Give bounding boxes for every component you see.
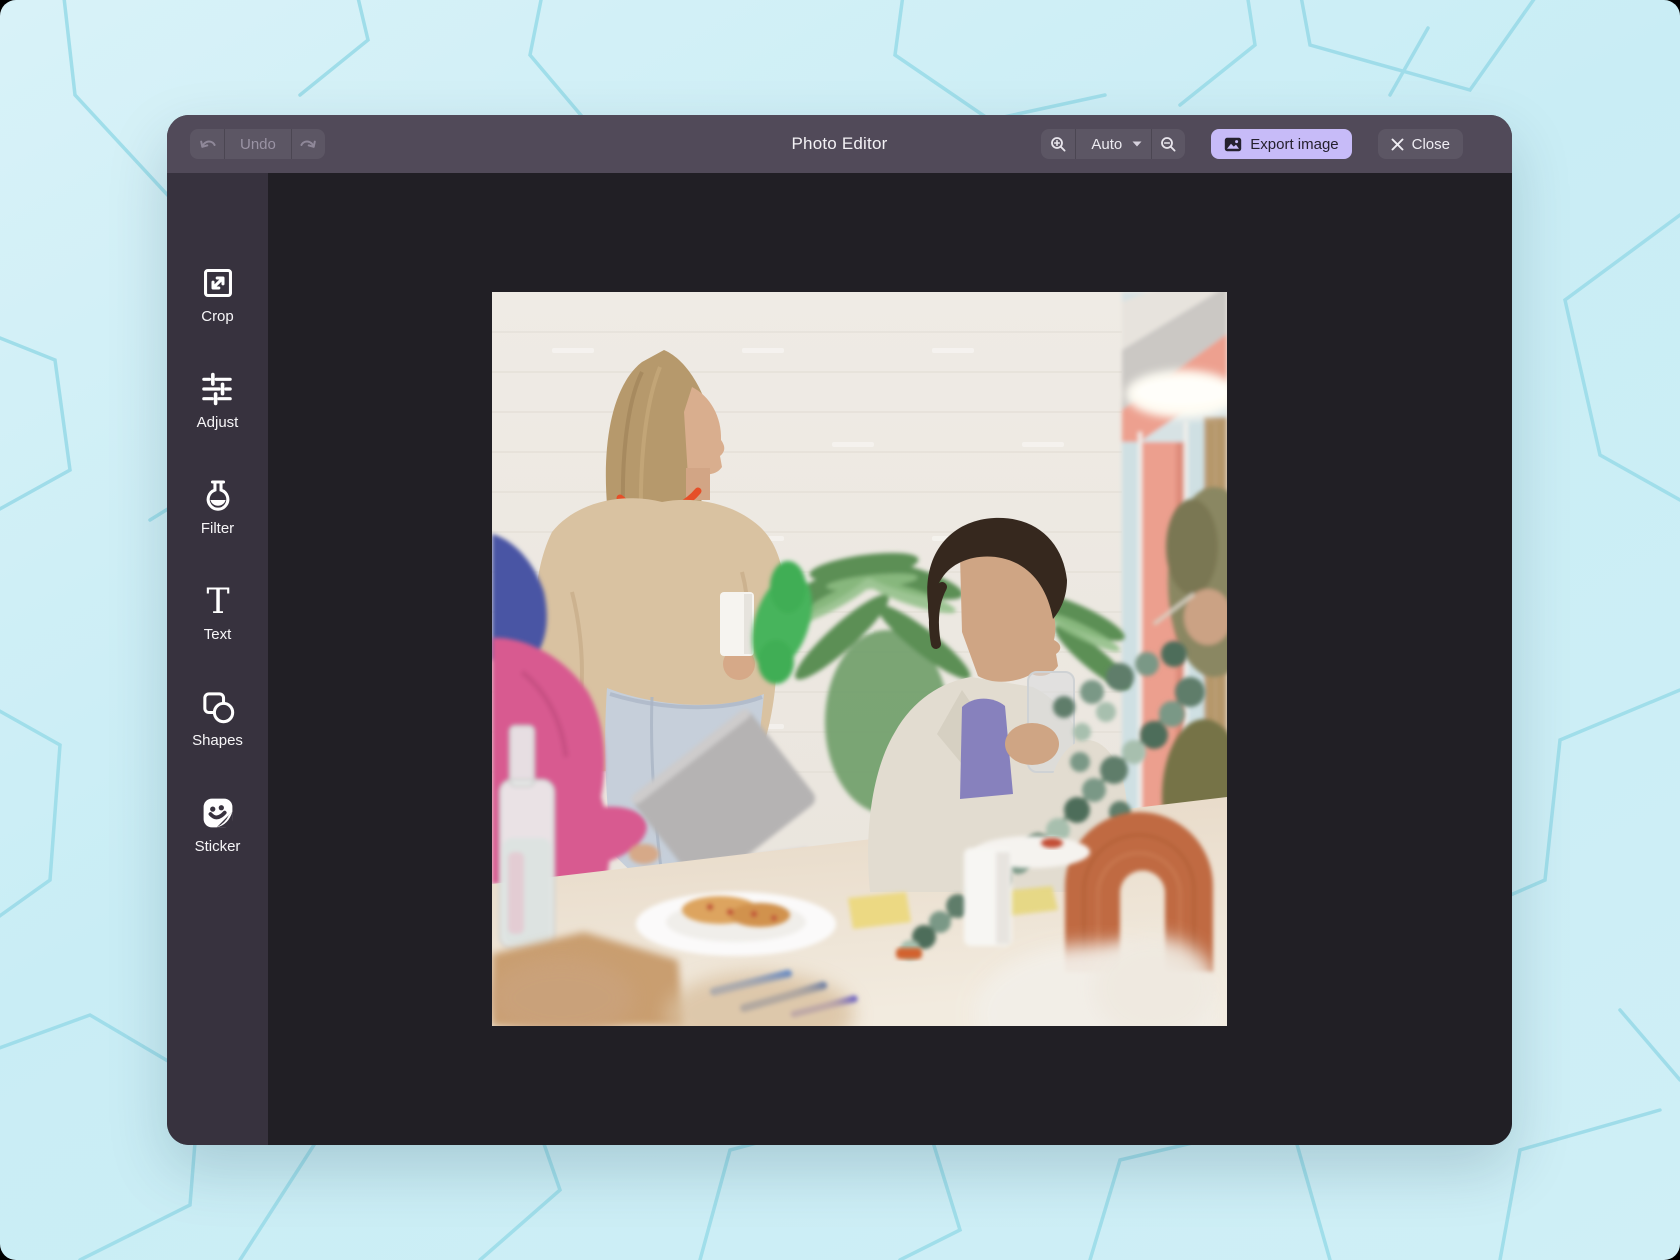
page-title: Photo Editor <box>792 134 888 154</box>
sidebar: Crop Adjust <box>167 173 268 1145</box>
zoom-controls-group: Auto <box>1041 129 1185 159</box>
close-button[interactable]: Close <box>1378 129 1463 159</box>
sidebar-item-filter[interactable]: Filter <box>200 477 236 537</box>
image-icon <box>1224 137 1242 152</box>
screen-background: Undo Photo Editor <box>0 0 1680 1260</box>
zoom-in-icon <box>1050 136 1067 153</box>
zoom-out-button[interactable] <box>1151 129 1185 159</box>
close-label: Close <box>1412 136 1450 153</box>
redo-button[interactable] <box>291 129 325 159</box>
zoom-level-dropdown[interactable]: Auto <box>1075 129 1151 159</box>
svg-text:T: T <box>206 583 229 619</box>
undo-label-segment[interactable]: Undo <box>224 129 291 159</box>
photo-editor-window: Undo Photo Editor <box>167 115 1512 1145</box>
adjust-sliders-icon <box>199 371 235 407</box>
export-image-label: Export image <box>1250 136 1338 153</box>
window-body: Crop Adjust <box>167 173 1512 1145</box>
undo-arrow-icon <box>199 138 216 151</box>
sidebar-item-label: Adjust <box>197 414 239 431</box>
sidebar-item-text[interactable]: T Text <box>200 583 236 643</box>
undo-button[interactable] <box>190 129 224 159</box>
sidebar-item-shapes[interactable]: Shapes <box>192 689 243 749</box>
canvas-photo[interactable] <box>492 292 1227 1026</box>
shapes-icon <box>200 689 236 725</box>
export-image-button[interactable]: Export image <box>1211 129 1351 159</box>
close-icon <box>1391 138 1404 151</box>
sidebar-item-label: Shapes <box>192 732 243 749</box>
topbar: Undo Photo Editor <box>167 115 1512 173</box>
chevron-down-icon <box>1132 141 1142 147</box>
sidebar-item-adjust[interactable]: Adjust <box>197 371 239 431</box>
editor-canvas <box>268 173 1512 1145</box>
canvas-photo-wrap <box>492 292 1227 1026</box>
sidebar-item-label: Crop <box>201 308 234 325</box>
sidebar-item-label: Filter <box>201 520 234 537</box>
undo-label: Undo <box>234 136 282 153</box>
sidebar-item-sticker[interactable]: Sticker <box>195 795 241 855</box>
crop-icon <box>200 265 236 301</box>
undo-redo-group: Undo <box>190 129 325 159</box>
sticker-icon <box>200 795 236 831</box>
topbar-right-controls: Auto <box>1041 129 1463 159</box>
zoom-level-value: Auto <box>1085 136 1124 153</box>
text-icon: T <box>200 583 236 619</box>
redo-arrow-icon <box>300 138 317 151</box>
sidebar-item-crop[interactable]: Crop <box>200 265 236 325</box>
zoom-out-icon <box>1160 136 1177 153</box>
filter-flask-icon <box>200 477 236 513</box>
zoom-in-button[interactable] <box>1041 129 1075 159</box>
sidebar-item-label: Sticker <box>195 838 241 855</box>
sidebar-item-label: Text <box>204 626 232 643</box>
